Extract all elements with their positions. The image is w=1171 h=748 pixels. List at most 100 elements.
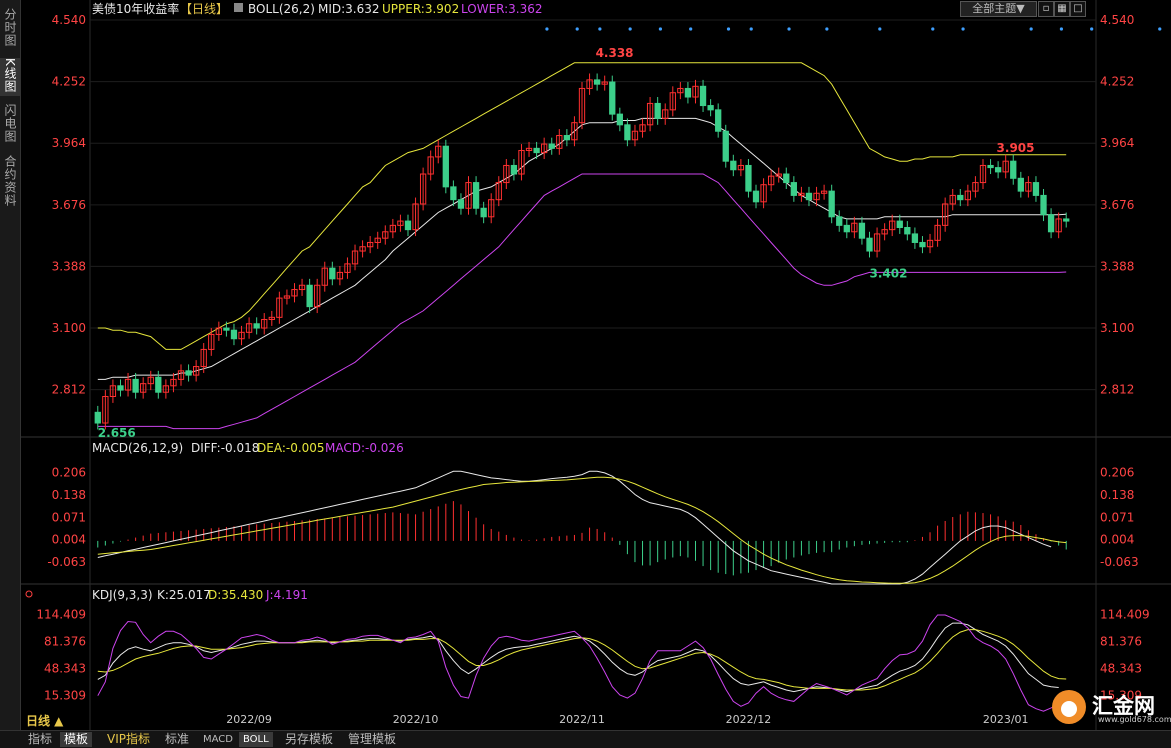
candle-body	[450, 186, 457, 201]
event-marker	[1158, 27, 1162, 31]
boll-mid: MID:3.632	[318, 2, 380, 16]
candle-body	[836, 216, 843, 226]
tab-template[interactable]: 模板	[60, 732, 93, 747]
macd-tick-label-left: -0.063	[47, 555, 86, 569]
event-marker	[1029, 27, 1033, 31]
max-price-label: 4.338	[596, 46, 634, 60]
macd-dea: DEA:-0.005	[257, 441, 325, 455]
kdj-settings-icon[interactable]	[25, 590, 33, 598]
boll-lower-line	[97, 173, 1067, 430]
candlestick-series: 4.338 2.656 3.402 3.905	[94, 27, 1162, 440]
candle-body	[510, 164, 518, 175]
logo-url: www.gold678.com	[1098, 715, 1171, 724]
sidebar-item-contract[interactable]: 合约资料	[0, 155, 20, 210]
candle-body	[994, 167, 1002, 173]
price-tick-label-left: 4.252	[52, 75, 86, 89]
price-tick-label-right: 4.252	[1100, 75, 1134, 89]
tab-save-template[interactable]: 另存模板	[281, 732, 337, 747]
candle-body	[548, 143, 555, 149]
candle-body	[472, 182, 480, 209]
candle-body	[699, 85, 707, 107]
macd-tick-label-right: 0.138	[1100, 488, 1134, 502]
period-selector[interactable]: 日线 ▲	[26, 712, 63, 729]
macd-diff-line	[97, 470, 1052, 585]
tab-boll[interactable]: BOLL	[239, 732, 273, 747]
candle-body	[404, 220, 412, 231]
instrument-title: 美债10年收益率	[92, 1, 179, 16]
event-marker	[575, 27, 579, 31]
price-tick-label-right: 3.388	[1100, 259, 1134, 273]
candle-body	[117, 385, 124, 391]
sidebar-item-timeshare[interactable]: 分时图	[0, 8, 20, 50]
price-tick-label-left: 3.100	[52, 321, 86, 335]
candle-body	[707, 105, 714, 111]
kdj-tick-label-right: 81.376	[1100, 635, 1142, 649]
kdj-tick-label-right: 114.409	[1100, 608, 1150, 622]
boll-mid-line	[97, 117, 1067, 380]
sidebar-item-label: 分时图	[3, 8, 17, 47]
event-marker	[931, 27, 935, 31]
period-label: 【日线】	[180, 2, 228, 16]
candle-body	[684, 87, 692, 98]
candle-body	[1032, 182, 1040, 196]
event-marker	[658, 27, 663, 31]
price-tick-label-right: 4.540	[1100, 13, 1134, 27]
x-tick-label: 2022/12	[726, 713, 772, 726]
x-tick-label: 2022/09	[226, 713, 272, 726]
candle-body	[1047, 214, 1055, 233]
tab-standard[interactable]: 标准	[161, 732, 193, 747]
boll-color-icon	[234, 3, 243, 12]
boll-lower: LOWER:3.362	[461, 2, 543, 16]
min-price-label: 2.656	[98, 426, 136, 440]
sidebar-item-flash[interactable]: 闪电图	[0, 104, 20, 146]
candle-body	[730, 160, 737, 171]
boll-label: BOLL(26,2)	[248, 2, 315, 16]
main-chart[interactable]: 4.338 2.656 3.402 3.905 4.540 4.540 4.252 4.25…	[20, 0, 1171, 730]
lock-icon[interactable]: ▫	[1038, 1, 1054, 17]
macd-value: MACD:-0.026	[325, 441, 404, 455]
candle-body	[745, 164, 752, 192]
grid-icon[interactable]: ▦	[1054, 1, 1070, 17]
candle-body	[306, 284, 313, 308]
candle-body	[480, 207, 487, 218]
tab-indicator[interactable]: 指标	[24, 732, 56, 747]
macd-dea-line	[97, 476, 1067, 584]
candle-body	[911, 233, 919, 243]
price-tick-label-right: 2.812	[1100, 383, 1134, 397]
price-tick-label-left: 3.388	[52, 259, 86, 273]
candle-body	[624, 124, 631, 141]
tab-macd[interactable]: MACD	[199, 732, 237, 747]
candle-body	[533, 147, 540, 154]
tab-manage-template[interactable]: 管理模板	[344, 732, 400, 747]
candle-body	[654, 102, 661, 119]
price-tick-label-left: 4.540	[52, 13, 86, 27]
price-tick-label-left: 3.676	[52, 198, 86, 212]
kdj-j-line	[97, 614, 1059, 712]
macd-tick-label-left: 0.004	[52, 533, 86, 547]
candle-body	[563, 135, 571, 141]
candle-body	[593, 79, 601, 85]
macd-tick-label-left: 0.206	[52, 466, 86, 480]
maximize-icon[interactable]: □	[1070, 1, 1086, 17]
candle-body	[1040, 194, 1047, 216]
macd-tick-label-left: 0.138	[52, 488, 86, 502]
sidebar-item-kline[interactable]: K线图	[0, 58, 20, 96]
boll-upper: UPPER:3.902	[382, 2, 459, 16]
candle-body	[896, 220, 903, 228]
candle-body	[329, 267, 336, 280]
local-max-label: 3.905	[997, 141, 1035, 155]
candle-body	[1010, 160, 1017, 179]
kdj-j: J:4.191	[265, 588, 308, 602]
candle-body	[919, 241, 926, 248]
theme-select[interactable]: 全部主题▼	[960, 1, 1037, 17]
price-tick-label-right: 3.964	[1100, 136, 1134, 150]
candle-body	[442, 145, 449, 188]
macd-tick-label-right: 0.206	[1100, 466, 1134, 480]
macd-tick-label-right: -0.063	[1100, 555, 1139, 569]
tab-vip-indicator[interactable]: VIP指标	[103, 732, 154, 747]
candle-body	[858, 222, 866, 239]
candle-body	[722, 130, 729, 162]
macd-tick-label-right: 0.004	[1100, 533, 1134, 547]
candle-body	[457, 199, 465, 209]
event-marker	[1059, 27, 1064, 31]
